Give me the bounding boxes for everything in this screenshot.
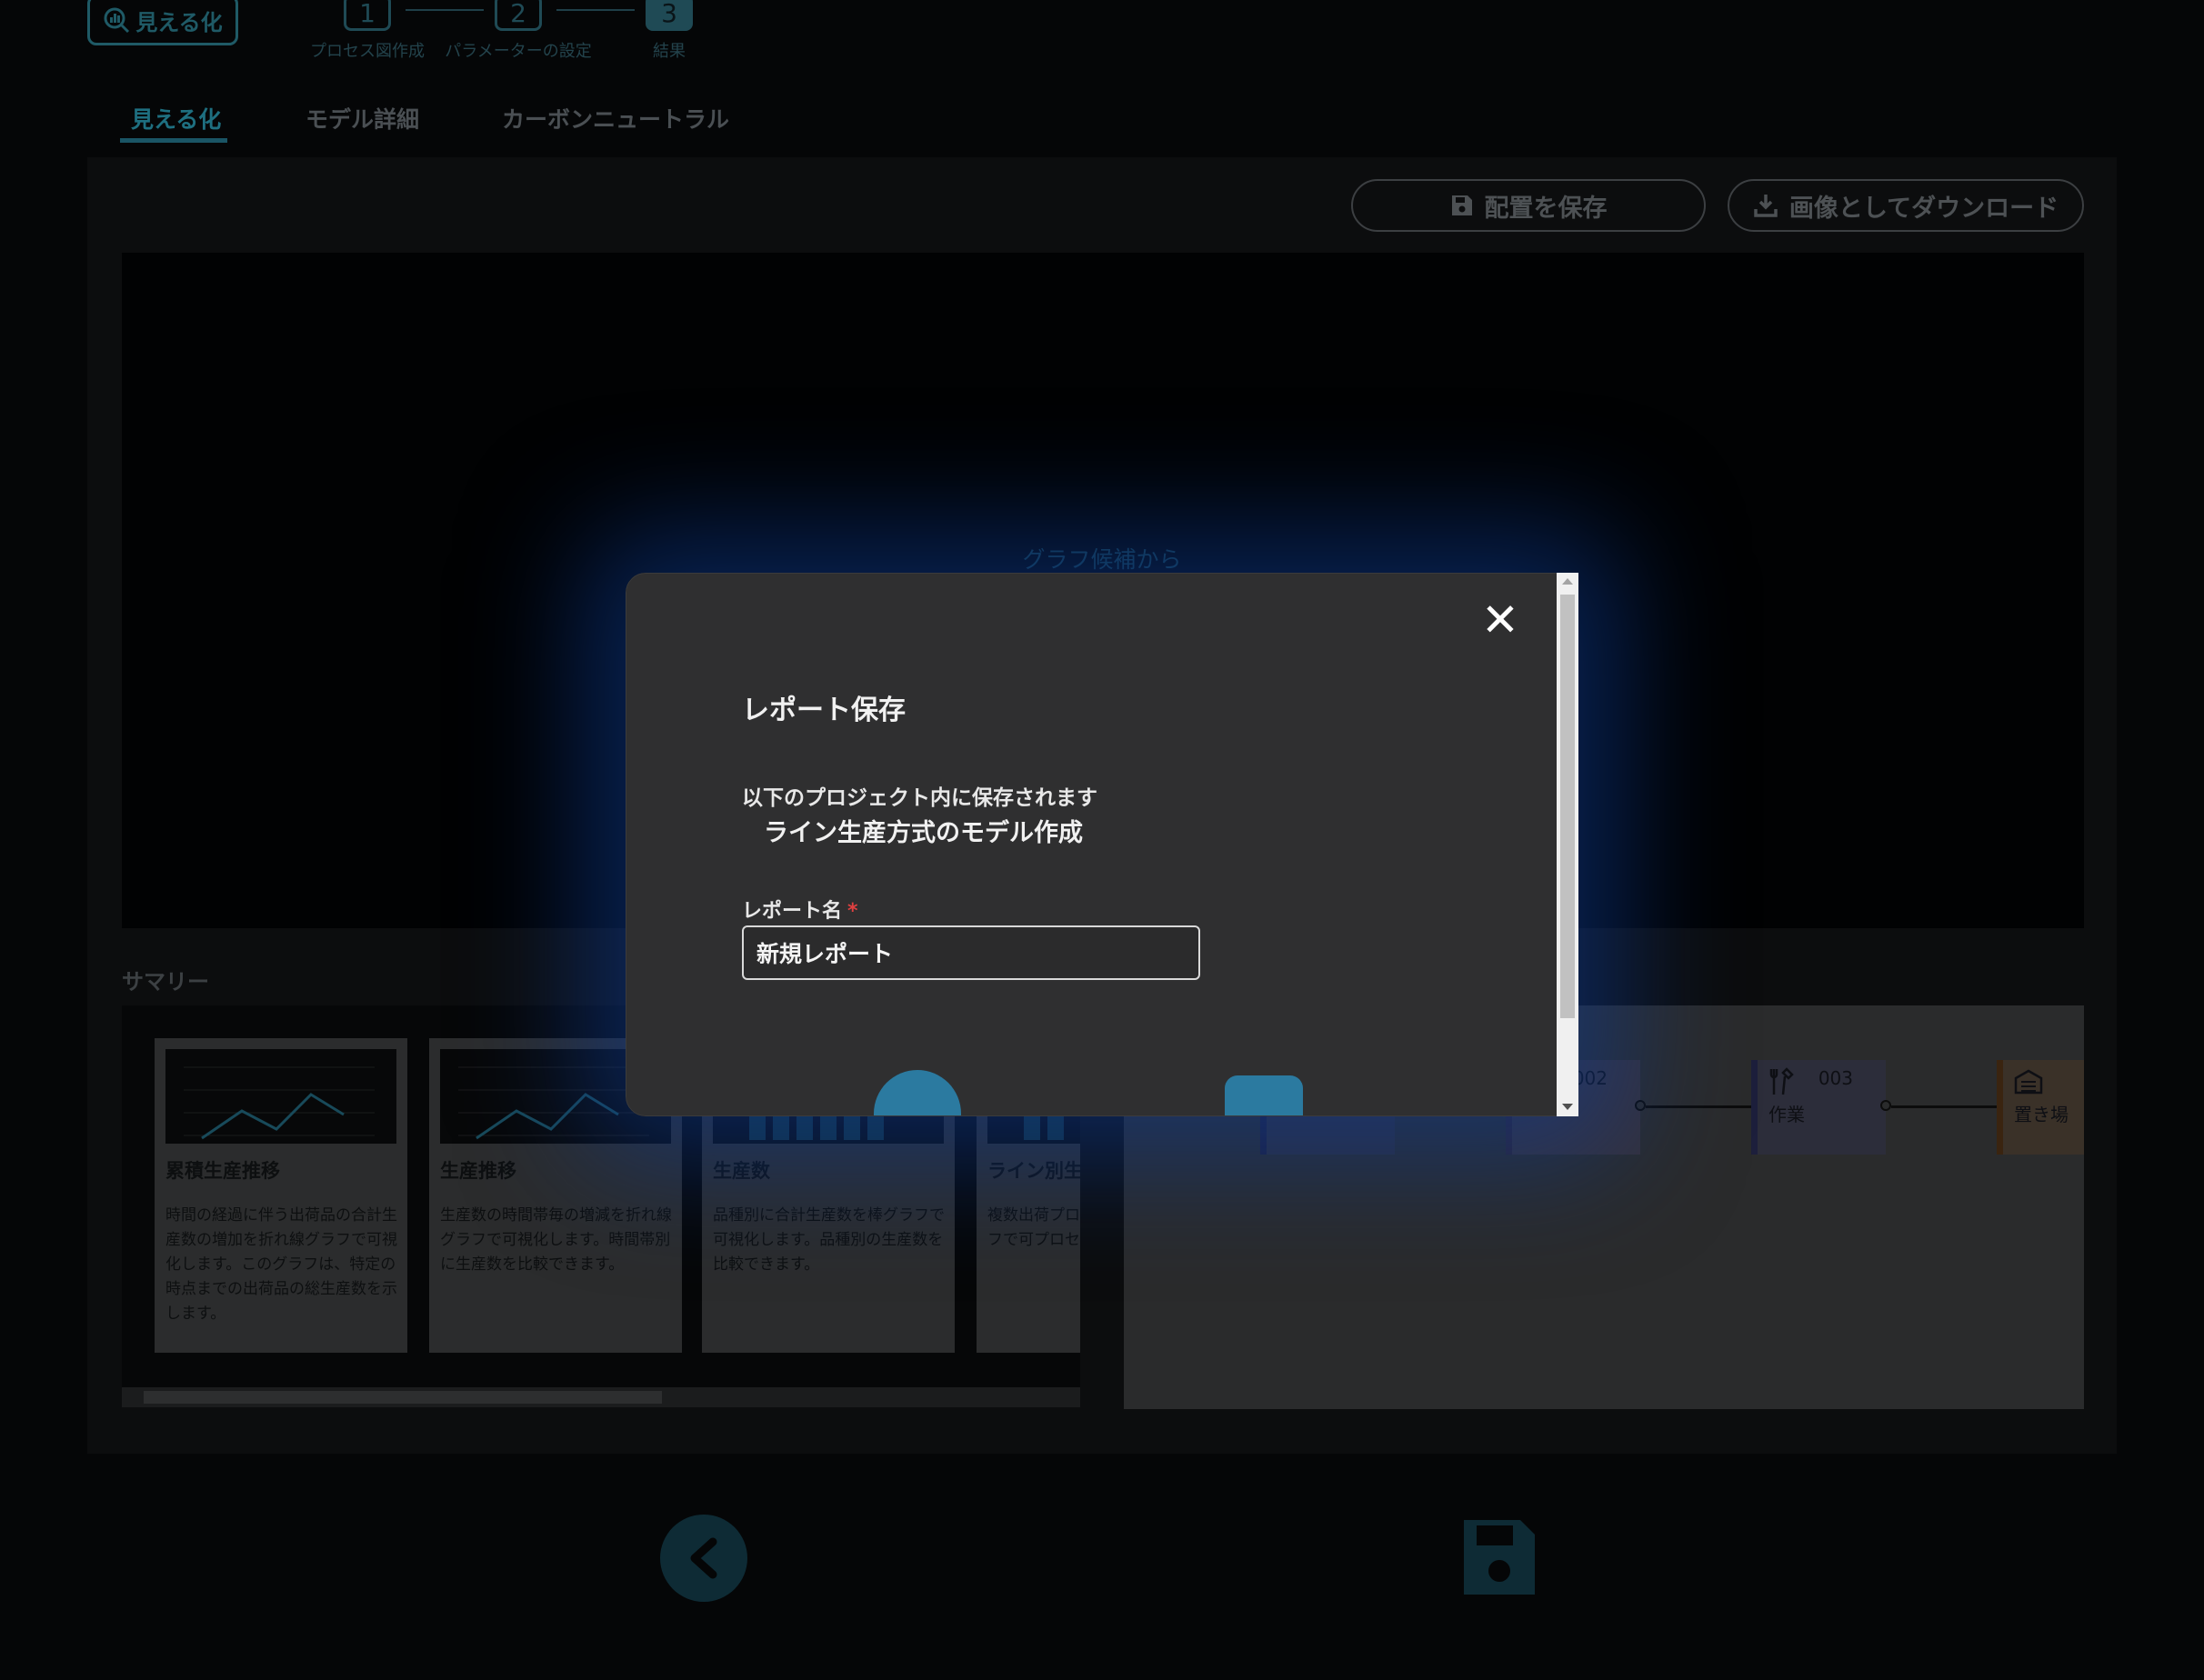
graph-card-cumulative-production[interactable]: 累積生産推移 時間の経過に伴う出荷品の合計生産数の増加を折れ線グラフで可視化しま…	[155, 1038, 407, 1353]
card-title: 累積生産推移	[165, 1160, 280, 1182]
node-number: 003	[1818, 1067, 1853, 1089]
tools-icon	[1769, 1067, 1794, 1095]
tab-model-details[interactable]: モデル詳細	[306, 102, 419, 135]
save-icon-behind	[1225, 1075, 1303, 1115]
back-button[interactable]	[660, 1515, 747, 1602]
download-image-button[interactable]: 画像としてダウンロード	[1728, 179, 2084, 232]
line-chart-thumbnail	[165, 1049, 396, 1144]
card-description: 時間の経過に伴う出荷品の合計生産数の増加を折れ線グラフで可視化します。このグラフ…	[165, 1206, 397, 1323]
scrollbar-thumb[interactable]	[144, 1391, 662, 1404]
step-1-label: プロセス図作成	[310, 42, 425, 61]
step-connector	[556, 9, 635, 11]
canvas-hint: グラフ候補から	[1022, 546, 1182, 573]
card-description: 複数出荷プロ出荷プロセス棒グラフで可プロセス毎にできます。	[987, 1206, 1080, 1249]
step-3-label: 結果	[653, 42, 686, 61]
chart-search-icon	[104, 7, 130, 34]
step-2-indicator[interactable]: 2	[495, 0, 542, 31]
edit-icon-behind	[874, 1070, 961, 1115]
connector-port	[1635, 1100, 1646, 1111]
tab-visualize[interactable]: 見える化	[131, 102, 221, 135]
dialog-scrollbar-thumb[interactable]	[1560, 595, 1575, 1018]
card-title: 生産推移	[440, 1160, 516, 1182]
node-label: 置き場	[2014, 1104, 2069, 1125]
step-connector	[406, 9, 484, 11]
step-2-label: パラメーターの設定	[445, 42, 592, 61]
visualize-logo-button[interactable]: 見える化	[87, 0, 238, 45]
node-label: 作業	[1768, 1104, 1805, 1125]
close-icon: ✕	[1481, 594, 1519, 646]
save-report-button[interactable]	[1460, 1516, 1538, 1598]
warehouse-icon	[2014, 1069, 2043, 1095]
logo-label: 見える化	[135, 9, 223, 35]
summary-title: サマリー	[122, 969, 209, 995]
flow-arrow	[1891, 1105, 1999, 1108]
project-name: ライン生産方式のモデル作成	[764, 819, 1083, 847]
chevron-left-icon	[690, 1537, 717, 1579]
card-title: 生産数	[713, 1160, 770, 1182]
scroll-down-arrow[interactable]	[1562, 1104, 1573, 1110]
card-title: ライン別生	[987, 1160, 1080, 1182]
report-name-label: レポート名 *	[742, 895, 858, 924]
report-name-label-text: レポート名	[742, 900, 843, 923]
card-description: 生産数の時間帯毎の増減を折れ線グラフで可視化します。時間帯別に生産数を比較できま…	[440, 1206, 672, 1274]
save-layout-label: 配置を保存	[1484, 194, 1608, 223]
process-node-storage[interactable]: 置き場	[1997, 1060, 2084, 1155]
floppy-save-icon	[1464, 1520, 1535, 1595]
step-3-indicator[interactable]: 3	[646, 0, 693, 31]
report-name-input[interactable]	[742, 925, 1200, 980]
tab-carbon-neutral[interactable]: カーボンニュートラル	[502, 102, 729, 135]
download-image-label: 画像としてダウンロード	[1788, 194, 2059, 223]
flow-arrow	[1646, 1105, 1753, 1108]
process-node-work[interactable]: 003 作業	[1751, 1060, 1886, 1155]
close-button[interactable]: ✕	[1477, 594, 1524, 646]
card-description: 品種別に合計生産数を棒グラフで可視化します。品種別の生産数を比較できます。	[713, 1206, 945, 1274]
dialog-description: 以下のプロジェクト内に保存されます	[742, 786, 1097, 810]
save-layout-button[interactable]: 配置を保存	[1351, 179, 1706, 232]
active-tab-indicator	[120, 138, 227, 143]
save-icon	[1451, 195, 1472, 215]
step-1-indicator[interactable]: 1	[344, 0, 391, 31]
required-mark: *	[847, 900, 858, 923]
connector-port	[1880, 1100, 1891, 1111]
dialog-title: レポート保存	[742, 695, 906, 726]
scroll-up-arrow[interactable]	[1562, 578, 1573, 585]
download-icon	[1754, 195, 1778, 217]
